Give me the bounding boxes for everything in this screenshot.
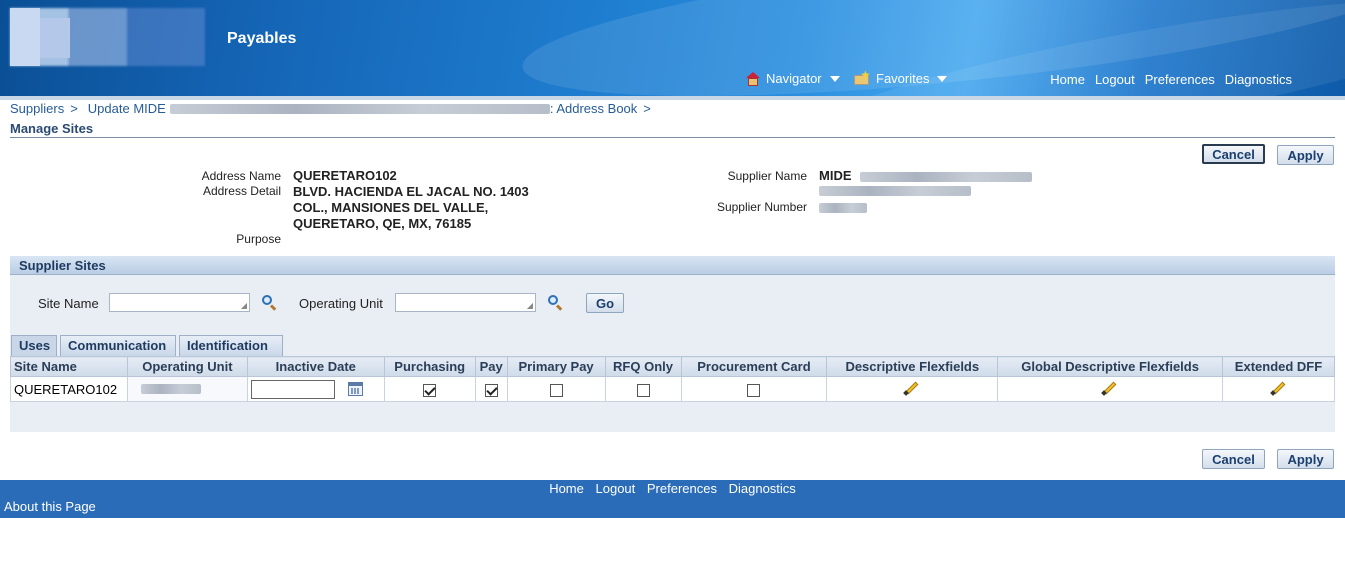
col-descriptive-flexfields: Descriptive Flexfields <box>826 356 999 377</box>
navigator-menu[interactable]: Navigator <box>746 71 840 86</box>
go-button[interactable]: Go <box>586 293 624 313</box>
resize-grip-icon: ◢ <box>526 301 533 310</box>
supplier-name-label: Supplier Name <box>727 169 807 183</box>
primary-pay-checkbox[interactable] <box>549 383 563 397</box>
col-purchasing: Purchasing <box>383 356 476 377</box>
global-links: Home Logout Preferences Diagnostics <box>1050 72 1292 87</box>
pay-cell <box>474 376 508 402</box>
favorites-icon: ★ <box>854 69 871 86</box>
apply-button-bottom[interactable]: Apply <box>1277 449 1334 469</box>
breadcrumb-separator: > <box>643 101 651 116</box>
chevron-down-icon[interactable] <box>937 75 948 82</box>
supplier-number-label: Supplier Number <box>716 200 807 214</box>
footer-logout-link[interactable]: Logout <box>596 481 636 496</box>
footer-home-link[interactable]: Home <box>549 481 584 496</box>
address-detail-label: Address Detail <box>202 184 281 198</box>
app-title: Payables <box>227 30 297 47</box>
operating-unit-input[interactable]: ◢ <box>395 293 536 312</box>
operating-unit-label: Operating Unit <box>299 296 383 311</box>
col-global-descriptive-flexfields: Global Descriptive Flexfields <box>997 356 1223 377</box>
procurement-card-checkbox[interactable] <box>747 383 761 397</box>
company-logo-block <box>40 18 70 58</box>
search-icon[interactable] <box>261 294 277 311</box>
purchasing-checkbox[interactable] <box>423 383 437 397</box>
company-logo-block <box>10 8 40 66</box>
about-this-page-link[interactable]: About this Page <box>4 499 96 514</box>
edit-pencil-icon[interactable] <box>903 380 921 396</box>
edit-pencil-icon[interactable] <box>1269 380 1288 396</box>
site-name-cell: QUERETARO102 <box>10 376 128 402</box>
favorites-label[interactable]: Favorites <box>876 71 929 86</box>
pay-checkbox[interactable] <box>484 383 498 397</box>
address-detail-line-1: BLVD. HACIENDA EL JACAL NO. 1403 <box>293 184 529 199</box>
primary-pay-cell <box>506 376 606 402</box>
tab-identification[interactable]: Identification <box>179 335 283 356</box>
breadcrumb: Suppliers > Update MIDE : Address Book > <box>10 101 661 116</box>
address-name-value: QUERETARO102 <box>293 168 397 183</box>
purchasing-cell <box>383 376 476 402</box>
table-row: QUERETARO102 <box>10 376 1335 402</box>
redacted-text <box>819 186 971 196</box>
apply-button[interactable]: Apply <box>1277 145 1334 165</box>
footer-diagnostics-link[interactable]: Diagnostics <box>729 481 796 496</box>
diagnostics-link[interactable]: Diagnostics <box>1225 72 1292 87</box>
footer-links: Home Logout Preferences Diagnostics <box>0 480 1345 496</box>
col-site-name: Site Name <box>10 356 128 377</box>
col-rfq-only: RFQ Only <box>604 356 682 377</box>
home-link[interactable]: Home <box>1050 72 1085 87</box>
logout-link[interactable]: Logout <box>1095 72 1135 87</box>
col-inactive-date: Inactive Date <box>246 356 385 377</box>
redacted-text <box>819 203 867 213</box>
breadcrumb-separator: > <box>70 101 78 116</box>
col-operating-unit: Operating Unit <box>126 356 248 377</box>
calendar-icon[interactable] <box>348 382 364 396</box>
rfq-only-checkbox[interactable] <box>636 383 650 397</box>
tab-communication[interactable]: Communication <box>60 335 176 356</box>
procurement-card-cell <box>680 376 828 402</box>
redacted-text <box>169 103 550 114</box>
header-divider <box>0 96 1345 100</box>
redacted-text <box>860 172 1032 182</box>
address-detail-line-3: QUERETARO, QE, MX, 76185 <box>293 216 472 231</box>
supplier-name-value: MIDE <box>819 168 852 183</box>
purpose-label: Purpose <box>236 232 281 246</box>
operating-unit-cell <box>126 376 248 402</box>
navigator-label[interactable]: Navigator <box>766 71 822 86</box>
home-icon <box>746 71 760 86</box>
breadcrumb-update-supplier[interactable]: Update MIDE <box>88 101 166 116</box>
preferences-link[interactable]: Preferences <box>1145 72 1215 87</box>
page-title: Manage Sites <box>10 121 1335 138</box>
redacted-text <box>140 383 201 394</box>
breadcrumb-suppliers[interactable]: Suppliers <box>10 101 64 116</box>
col-extended-dff: Extended DFF <box>1222 356 1335 377</box>
descriptive-flexfields-cell <box>826 376 999 402</box>
global-descriptive-flexfields-cell <box>997 376 1223 402</box>
supplier-sites-header: Supplier Sites <box>10 256 1335 275</box>
cancel-button-bottom[interactable]: Cancel <box>1202 449 1265 469</box>
tab-uses[interactable]: Uses <box>11 335 57 356</box>
rfq-only-cell <box>604 376 682 402</box>
col-primary-pay: Primary Pay <box>506 356 606 377</box>
col-pay: Pay <box>474 356 508 377</box>
site-name-input[interactable]: ◢ <box>109 293 250 312</box>
inactive-date-input[interactable] <box>250 379 335 399</box>
resize-grip-icon: ◢ <box>240 301 247 310</box>
address-detail-line-2: COL., MANSIONES DEL VALLE, <box>293 200 489 215</box>
extended-dff-cell <box>1222 376 1335 402</box>
col-procurement-card: Procurement Card <box>680 356 828 377</box>
address-name-label: Address Name <box>201 169 281 183</box>
cancel-button[interactable]: Cancel <box>1202 144 1265 164</box>
footer-preferences-link[interactable]: Preferences <box>647 481 717 496</box>
search-icon[interactable] <box>547 294 563 311</box>
breadcrumb-address-book[interactable]: : Address Book <box>550 101 637 116</box>
favorites-menu[interactable]: ★ Favorites <box>854 69 948 86</box>
chevron-down-icon[interactable] <box>829 75 840 82</box>
site-name-label: Site Name <box>38 296 99 311</box>
table-header-row: Site Name Operating Unit Inactive Date P… <box>10 356 1335 377</box>
inactive-date-cell <box>246 376 385 402</box>
edit-pencil-icon[interactable] <box>1101 380 1119 396</box>
supplier-sites-table: Site Name Operating Unit Inactive Date P… <box>10 356 1335 402</box>
